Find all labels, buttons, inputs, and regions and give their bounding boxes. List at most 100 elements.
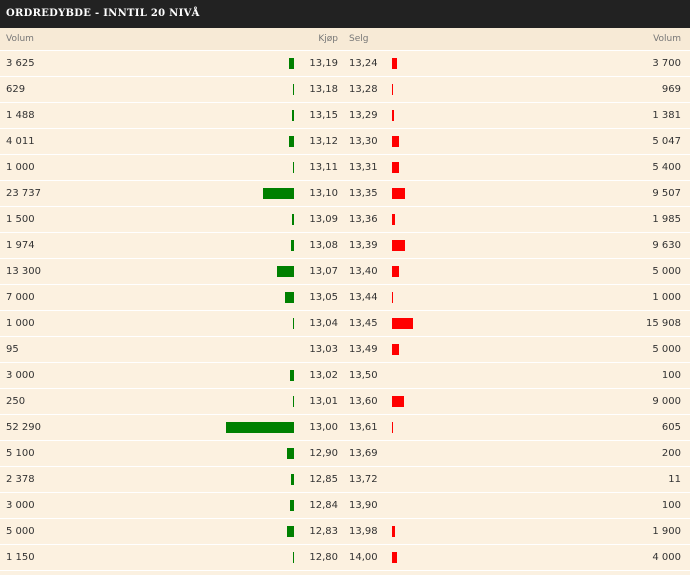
bid-price: 12,90 bbox=[309, 448, 338, 459]
table-row: 13 300 13,07 13,40 5 000 bbox=[0, 259, 690, 285]
ask-volume: 200 bbox=[661, 448, 681, 459]
sell-volume-bar bbox=[392, 84, 393, 95]
ask-volume: 11 bbox=[668, 474, 681, 485]
order-rows: 3 625 13,19 13,24 3 700 629 13,18 13,28 969 1 48… bbox=[0, 51, 690, 571]
table-row: 1 500 13,09 13,36 1 985 bbox=[0, 207, 690, 233]
ask-price: 13,45 bbox=[349, 318, 378, 329]
header-bid-volume: Volum bbox=[6, 34, 34, 44]
bid-volume: 250 bbox=[6, 396, 26, 407]
table-row: 3 000 13,02 13,50 100 bbox=[0, 363, 690, 389]
sell-volume-bar bbox=[392, 318, 413, 329]
bid-price: 13,00 bbox=[309, 422, 338, 433]
ask-price: 13,40 bbox=[349, 266, 378, 277]
bid-price: 13,18 bbox=[309, 84, 338, 95]
header-bid-price: Kjøp bbox=[318, 34, 338, 44]
ask-price: 13,49 bbox=[349, 344, 378, 355]
bid-price: 13,08 bbox=[309, 240, 338, 251]
table-row: 3 625 13,19 13,24 3 700 bbox=[0, 51, 690, 77]
bid-volume: 13 300 bbox=[6, 266, 41, 277]
buy-volume-bar bbox=[290, 370, 294, 381]
bid-price: 13,15 bbox=[309, 110, 338, 121]
buy-volume-bar bbox=[289, 58, 294, 69]
ask-price: 13,39 bbox=[349, 240, 378, 251]
table-row: 629 13,18 13,28 969 bbox=[0, 77, 690, 103]
sell-volume-bar bbox=[392, 266, 399, 277]
table-row: 23 737 13,10 13,35 9 507 bbox=[0, 181, 690, 207]
buy-volume-bar bbox=[291, 474, 294, 485]
bid-volume: 4 011 bbox=[6, 136, 35, 147]
buy-volume-bar bbox=[292, 214, 294, 225]
table-row: 1 488 13,15 13,29 1 381 bbox=[0, 103, 690, 129]
table-row: 1 150 12,80 14,00 4 000 bbox=[0, 545, 690, 571]
ask-price: 14,00 bbox=[349, 552, 378, 563]
ask-price: 13,72 bbox=[349, 474, 378, 485]
ask-volume: 5 000 bbox=[652, 344, 681, 355]
bid-volume: 5 000 bbox=[6, 526, 35, 537]
sell-volume-bar bbox=[392, 136, 399, 147]
ask-volume: 3 700 bbox=[652, 58, 681, 69]
buy-volume-bar bbox=[277, 266, 294, 277]
ask-volume: 100 bbox=[661, 370, 681, 381]
buy-volume-bar bbox=[291, 240, 294, 251]
ask-price: 13,30 bbox=[349, 136, 378, 147]
bid-volume: 1 000 bbox=[6, 318, 35, 329]
ask-volume: 1 381 bbox=[652, 110, 681, 121]
bid-volume: 3 000 bbox=[6, 500, 35, 511]
ask-volume: 1 985 bbox=[652, 214, 681, 225]
table-row: 1 000 13,11 13,31 5 400 bbox=[0, 155, 690, 181]
order-depth-table: Volum Kjøp Selg Volum 3 625 13,19 13,24 3 7… bbox=[0, 28, 690, 571]
buy-volume-bar bbox=[293, 162, 294, 173]
buy-volume-bar bbox=[226, 422, 294, 433]
table-row: 1 974 13,08 13,39 9 630 bbox=[0, 233, 690, 259]
ask-volume: 15 908 bbox=[646, 318, 681, 329]
table-row: 5 100 12,90 13,69 200 bbox=[0, 441, 690, 467]
bid-volume: 629 bbox=[6, 84, 26, 95]
ask-volume: 4 000 bbox=[652, 552, 681, 563]
ask-volume: 969 bbox=[661, 84, 681, 95]
bid-price: 13,11 bbox=[309, 162, 338, 173]
ask-price: 13,44 bbox=[349, 292, 378, 303]
bid-price: 12,85 bbox=[309, 474, 338, 485]
ask-volume: 9 630 bbox=[652, 240, 681, 251]
bid-price: 12,84 bbox=[309, 500, 338, 511]
bid-volume: 1 974 bbox=[6, 240, 35, 251]
ask-price: 13,36 bbox=[349, 214, 378, 225]
ask-volume: 5 000 bbox=[652, 266, 681, 277]
ask-price: 13,29 bbox=[349, 110, 378, 121]
table-row: 4 011 13,12 13,30 5 047 bbox=[0, 129, 690, 155]
bid-price: 13,03 bbox=[309, 344, 338, 355]
bid-volume: 3 000 bbox=[6, 370, 35, 381]
sell-volume-bar bbox=[392, 162, 399, 173]
buy-volume-bar bbox=[287, 448, 294, 459]
table-row: 7 000 13,05 13,44 1 000 bbox=[0, 285, 690, 311]
bid-volume: 2 378 bbox=[6, 474, 35, 485]
bid-volume: 1 488 bbox=[6, 110, 35, 121]
sell-volume-bar bbox=[392, 526, 395, 537]
ask-price: 13,69 bbox=[349, 448, 378, 459]
table-row: 3 000 12,84 13,90 100 bbox=[0, 493, 690, 519]
buy-volume-bar bbox=[287, 526, 294, 537]
bid-price: 13,04 bbox=[309, 318, 338, 329]
sell-volume-bar bbox=[392, 214, 395, 225]
ask-price: 13,60 bbox=[349, 396, 378, 407]
ask-price: 13,50 bbox=[349, 370, 378, 381]
table-row: 5 000 12,83 13,98 1 900 bbox=[0, 519, 690, 545]
sell-volume-bar bbox=[392, 422, 393, 433]
ask-volume: 9 507 bbox=[652, 188, 681, 199]
buy-volume-bar bbox=[263, 188, 294, 199]
bid-price: 13,01 bbox=[309, 396, 338, 407]
sell-volume-bar bbox=[392, 552, 397, 563]
bid-price: 13,10 bbox=[309, 188, 338, 199]
sell-volume-bar bbox=[392, 292, 393, 303]
bid-volume: 23 737 bbox=[6, 188, 41, 199]
bid-volume: 1 150 bbox=[6, 552, 35, 563]
bid-volume: 1 000 bbox=[6, 162, 35, 173]
bid-price: 13,12 bbox=[309, 136, 338, 147]
bid-volume: 95 bbox=[6, 344, 19, 355]
buy-volume-bar bbox=[293, 396, 294, 407]
sell-volume-bar bbox=[392, 344, 399, 355]
ask-volume: 5 047 bbox=[652, 136, 681, 147]
ask-volume: 5 400 bbox=[652, 162, 681, 173]
widget-title: ORDREDYBDE - INNTIL 20 NIVÅ bbox=[0, 0, 690, 28]
sell-volume-bar bbox=[392, 110, 394, 121]
